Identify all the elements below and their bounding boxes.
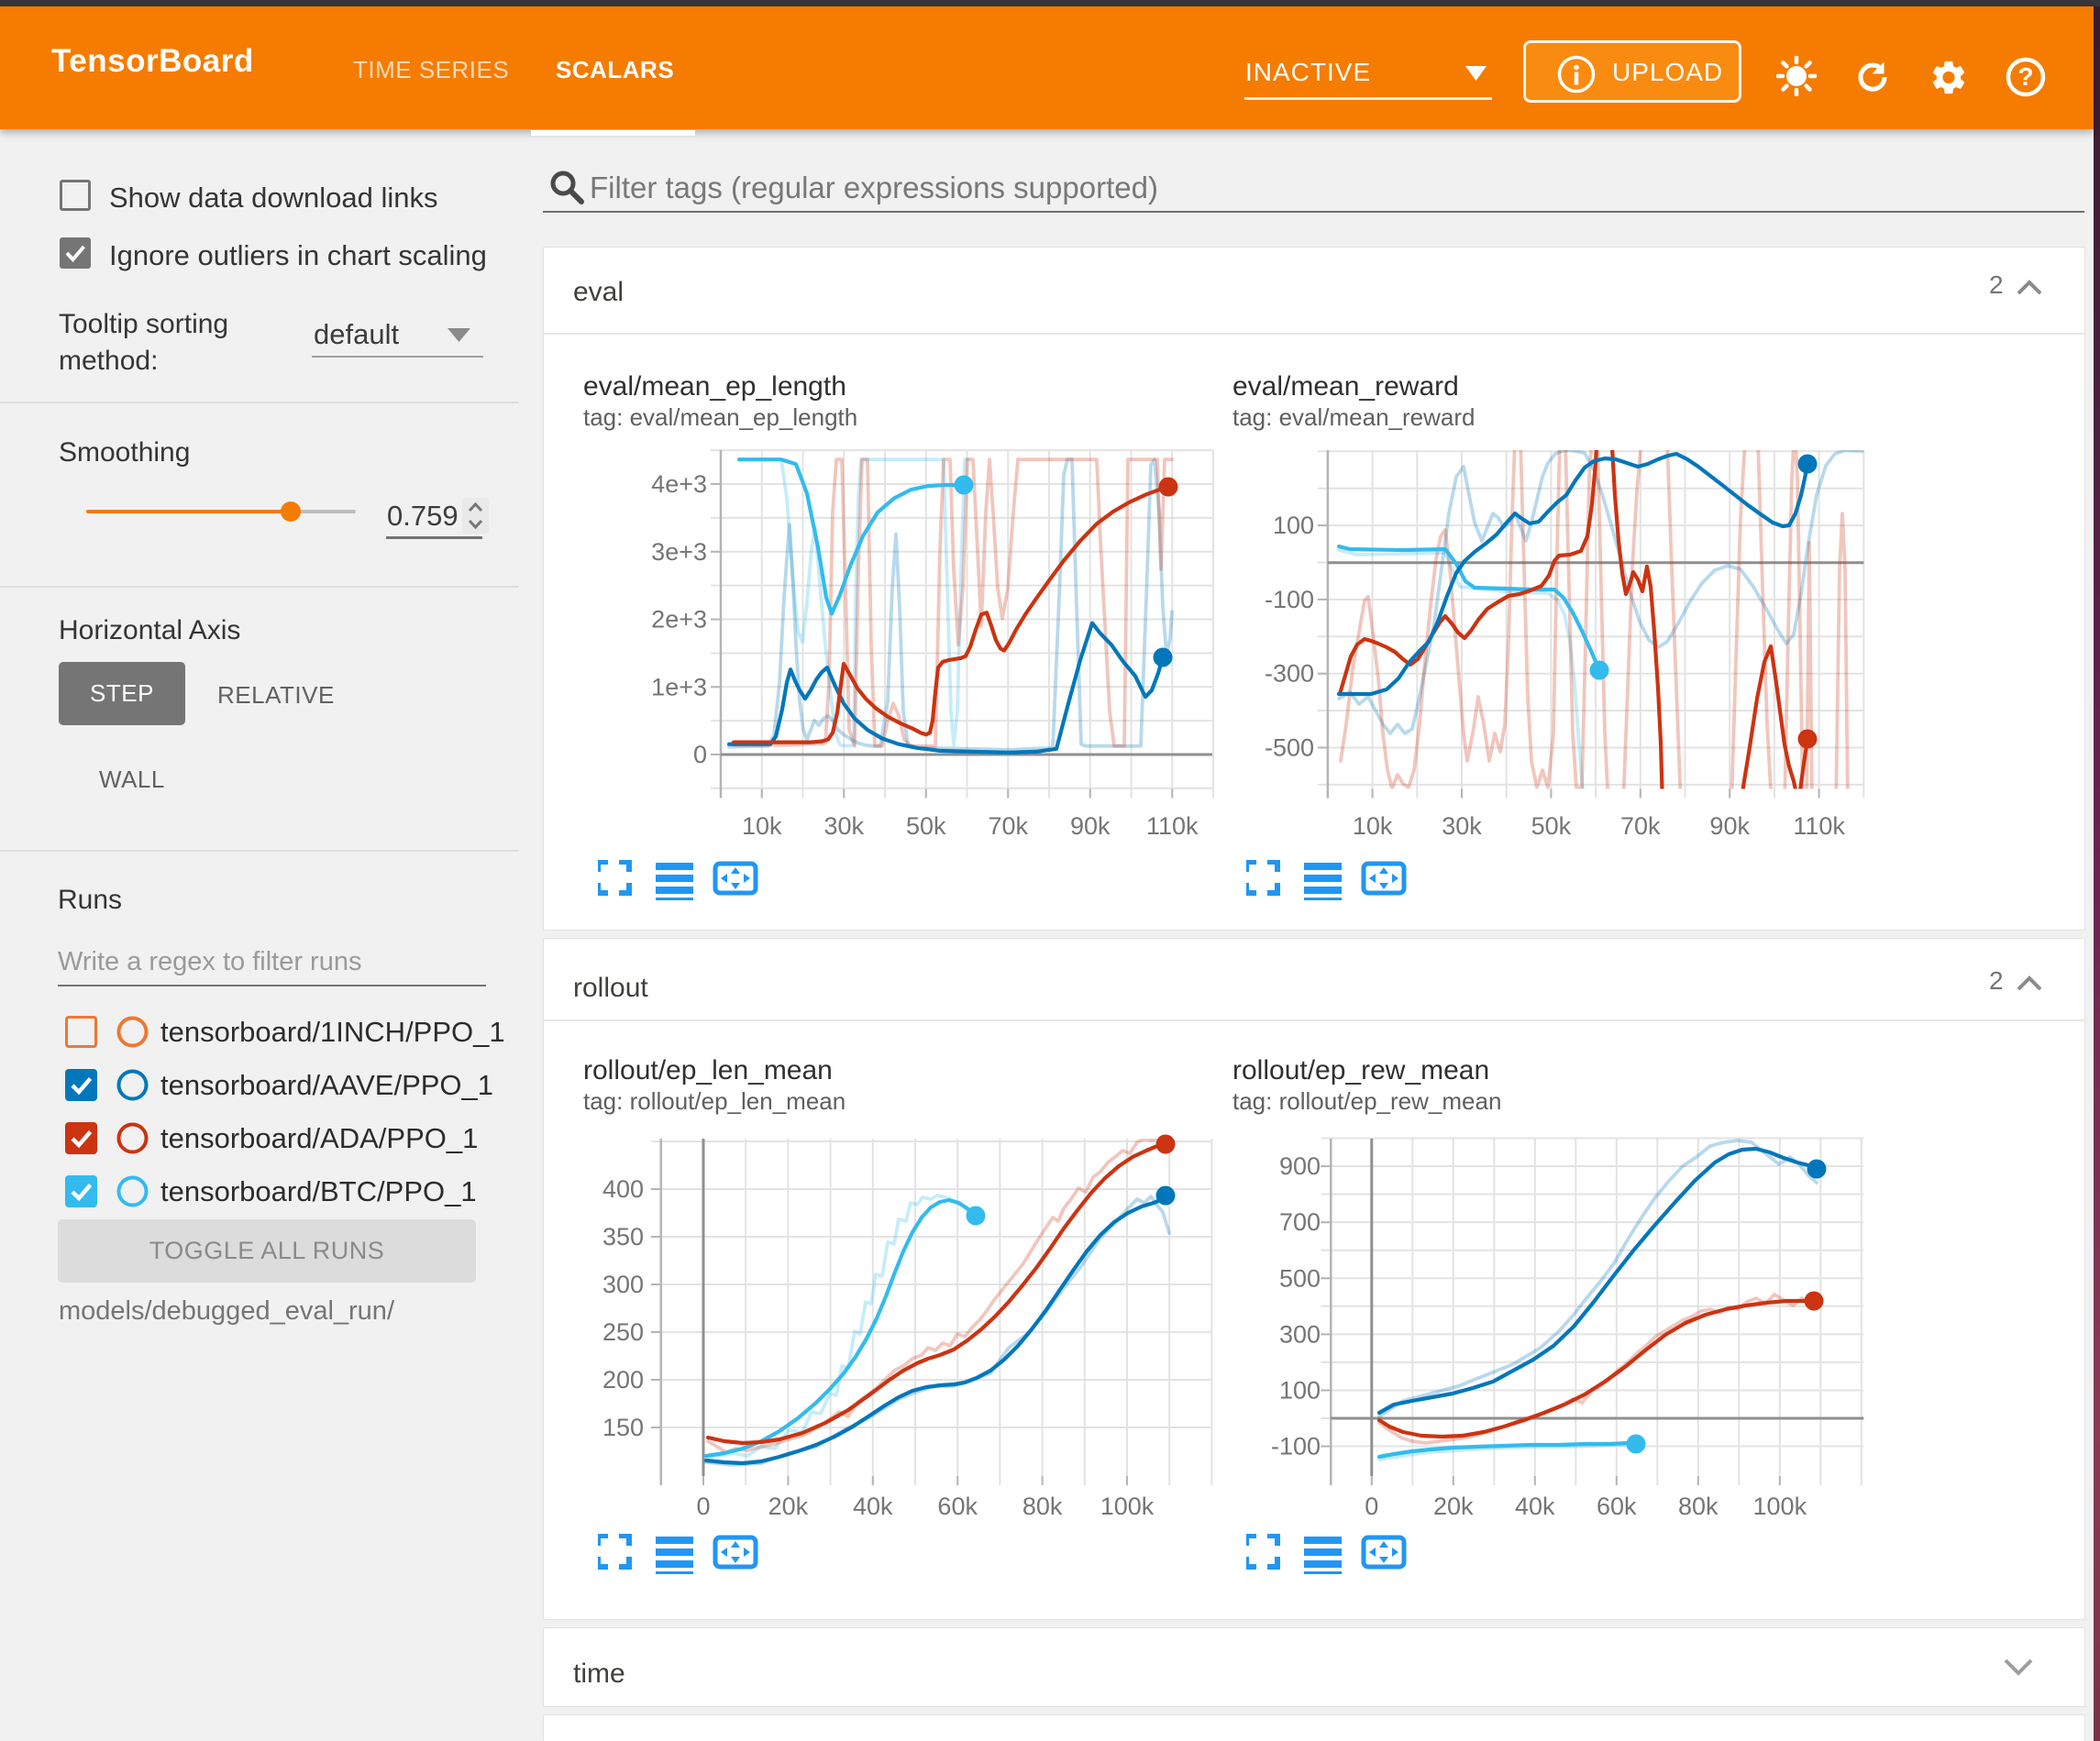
- svg-text:-500: -500: [1265, 734, 1314, 762]
- svg-text:0: 0: [1365, 1493, 1378, 1520]
- svg-text:90k: 90k: [1070, 812, 1111, 840]
- svg-text:10k: 10k: [742, 812, 782, 840]
- svg-text:20k: 20k: [768, 1493, 809, 1520]
- svg-text:100: 100: [1273, 512, 1314, 539]
- svg-text:30k: 30k: [823, 812, 864, 840]
- svg-text:300: 300: [602, 1271, 644, 1298]
- svg-text:1e+3: 1e+3: [651, 673, 707, 700]
- svg-text:250: 250: [602, 1318, 644, 1346]
- svg-text:110k: 110k: [1146, 812, 1199, 840]
- svg-text:-100: -100: [1271, 1433, 1321, 1460]
- svg-text:4e+3: 4e+3: [651, 470, 707, 498]
- svg-text:0: 0: [696, 1493, 710, 1520]
- svg-text:80k: 80k: [1022, 1493, 1063, 1520]
- svg-text:70k: 70k: [988, 812, 1028, 840]
- svg-text:80k: 80k: [1678, 1493, 1719, 1520]
- svg-text:0: 0: [693, 741, 707, 768]
- svg-text:2e+3: 2e+3: [651, 606, 707, 634]
- svg-text:20k: 20k: [1433, 1493, 1474, 1520]
- svg-text:700: 700: [1279, 1208, 1321, 1236]
- svg-text:150: 150: [602, 1414, 644, 1441]
- svg-text:60k: 60k: [937, 1493, 978, 1520]
- svg-text:70k: 70k: [1620, 812, 1661, 840]
- svg-text:30k: 30k: [1442, 812, 1482, 840]
- svg-text:200: 200: [602, 1366, 644, 1394]
- svg-text:110k: 110k: [1793, 812, 1845, 840]
- svg-text:50k: 50k: [906, 812, 946, 840]
- svg-text:100k: 100k: [1753, 1493, 1807, 1520]
- svg-text:350: 350: [602, 1223, 644, 1251]
- svg-text:900: 900: [1279, 1152, 1321, 1180]
- svg-text:?: ?: [2017, 62, 2033, 91]
- svg-text:400: 400: [602, 1175, 644, 1203]
- svg-text:60k: 60k: [1597, 1493, 1637, 1520]
- svg-text:10k: 10k: [1353, 812, 1393, 840]
- svg-text:500: 500: [1279, 1264, 1321, 1292]
- svg-text:50k: 50k: [1531, 812, 1572, 840]
- svg-text:-100: -100: [1265, 586, 1314, 613]
- svg-text:100: 100: [1279, 1377, 1321, 1405]
- svg-text:3e+3: 3e+3: [651, 538, 707, 566]
- svg-text:300: 300: [1279, 1320, 1321, 1348]
- svg-text:90k: 90k: [1709, 812, 1750, 840]
- svg-text:40k: 40k: [1515, 1493, 1555, 1520]
- svg-text:40k: 40k: [853, 1493, 893, 1520]
- svg-text:-300: -300: [1265, 660, 1314, 688]
- svg-text:100k: 100k: [1100, 1493, 1155, 1520]
